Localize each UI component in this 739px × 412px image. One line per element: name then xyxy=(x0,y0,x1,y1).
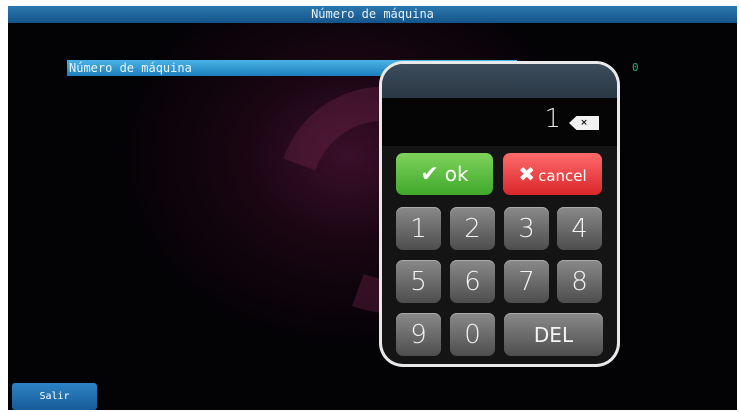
exit-button[interactable]: Salir xyxy=(12,383,97,410)
ok-button[interactable]: ✔ ok xyxy=(396,153,493,195)
keypad-body: 1 × ✔ ok ✖ cancel 1 2 3 4 5 6 7 8 9 0 DEL xyxy=(382,64,617,364)
key-2[interactable]: 2 xyxy=(450,207,495,250)
key-7[interactable]: 7 xyxy=(504,260,549,303)
ok-label: ok xyxy=(444,161,469,186)
screen: Número de máquina Número de máquina 0 Sa… xyxy=(8,6,737,410)
title-bar: Número de máquina xyxy=(8,6,737,23)
numeric-keypad: 1 × ✔ ok ✖ cancel 1 2 3 4 5 6 7 8 9 0 DEL xyxy=(379,61,620,367)
key-4[interactable]: 4 xyxy=(557,207,602,250)
key-9[interactable]: 9 xyxy=(396,313,441,356)
keypad-header xyxy=(382,64,617,98)
check-icon: ✔ xyxy=(420,161,439,187)
field-value: 0 xyxy=(632,61,639,74)
key-6[interactable]: 6 xyxy=(450,260,495,303)
key-8[interactable]: 8 xyxy=(557,260,602,303)
x-icon: ✖ xyxy=(518,162,536,186)
cancel-label: cancel xyxy=(538,167,587,185)
key-1[interactable]: 1 xyxy=(396,207,441,250)
cancel-button[interactable]: ✖ cancel xyxy=(503,153,602,195)
key-5[interactable]: 5 xyxy=(396,260,441,303)
key-3[interactable]: 3 xyxy=(504,207,549,250)
keypad-display-value: 1 xyxy=(544,104,561,134)
keypad-display: 1 × xyxy=(382,98,617,146)
key-0[interactable]: 0 xyxy=(450,313,495,356)
backspace-icon[interactable]: × xyxy=(569,116,599,130)
del-button[interactable]: DEL xyxy=(504,313,603,356)
